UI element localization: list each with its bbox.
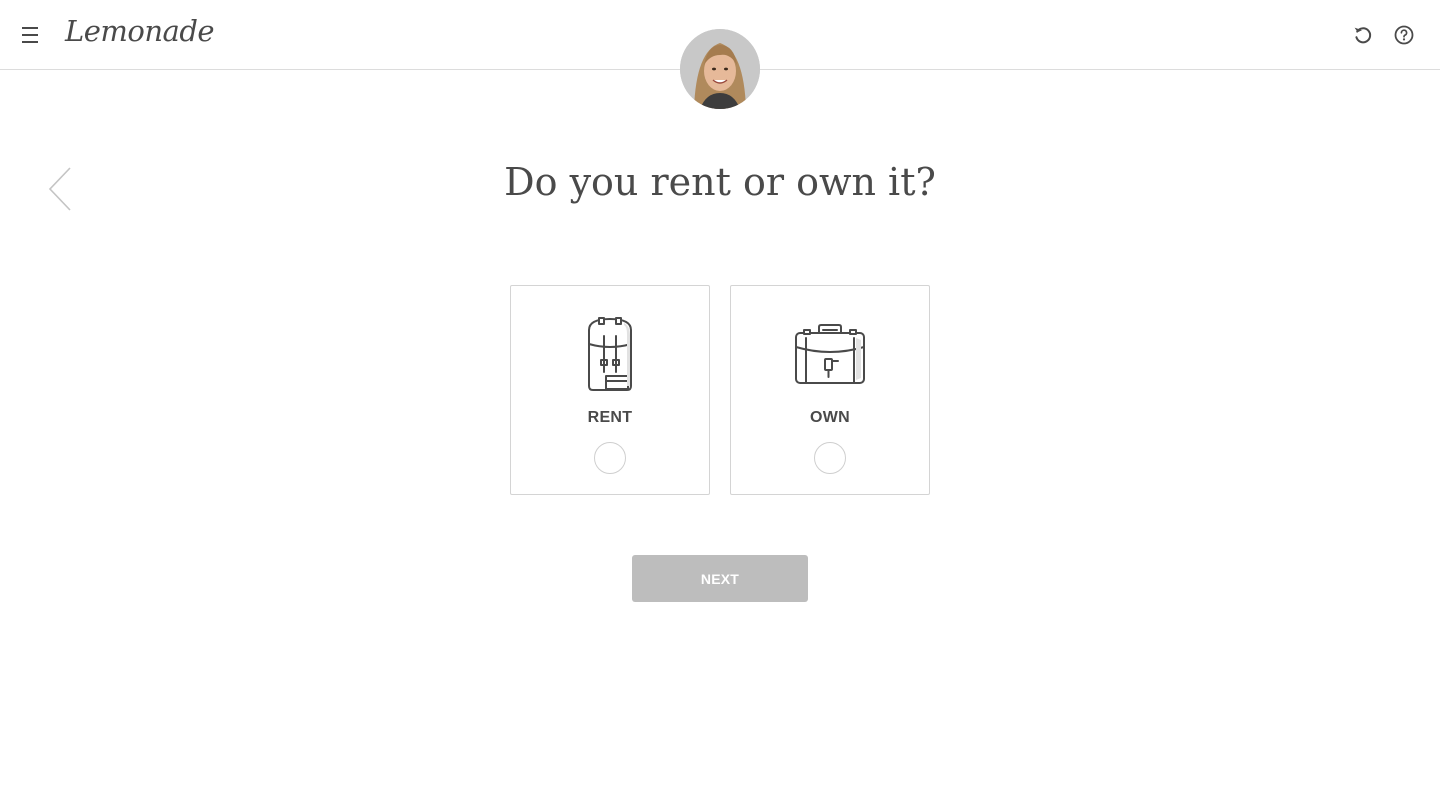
question-title: Do you rent or own it? xyxy=(504,160,936,204)
next-button[interactable]: NEXT xyxy=(632,555,808,602)
option-own-radio[interactable] xyxy=(814,442,846,474)
option-rent-radio[interactable] xyxy=(594,442,626,474)
hamburger-menu-icon[interactable] xyxy=(18,22,42,48)
option-rent[interactable]: RENT xyxy=(510,285,710,495)
option-rent-label: RENT xyxy=(587,409,633,426)
backpack-icon xyxy=(588,317,632,391)
option-own-label: OWN xyxy=(809,409,850,426)
help-icon[interactable] xyxy=(1393,24,1415,46)
lemonade-logo[interactable]: Lemonade xyxy=(65,14,215,48)
restart-icon[interactable] xyxy=(1352,24,1374,46)
briefcase-icon xyxy=(795,324,865,384)
assistant-avatar xyxy=(680,29,760,109)
option-own[interactable]: OWN xyxy=(730,285,930,495)
